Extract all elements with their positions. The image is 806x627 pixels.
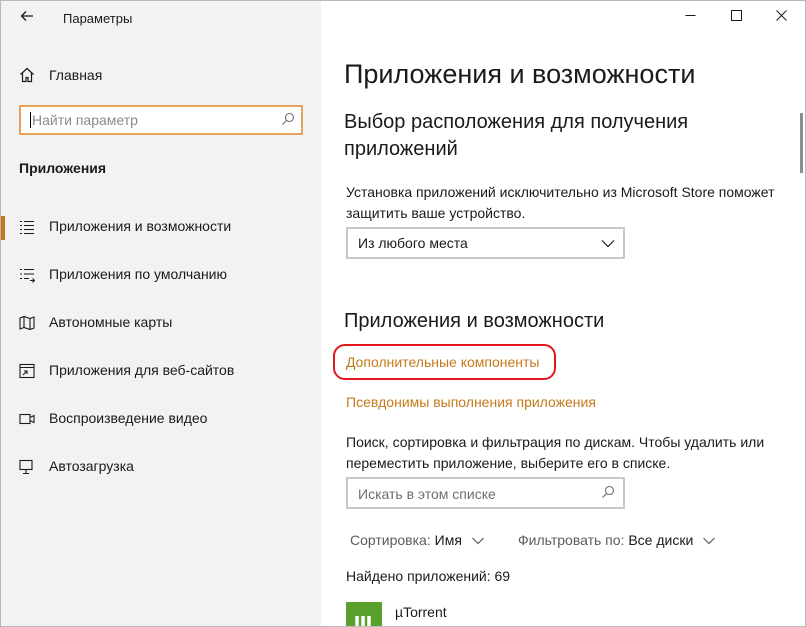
sidebar-item-offline-maps[interactable]: Автономные карты: [1, 299, 321, 347]
sidebar: Параметры Главная Приложения Приложения …: [1, 1, 321, 626]
install-desc-line: защитить ваше устройство.: [346, 205, 526, 221]
home-nav-item[interactable]: Главная: [1, 59, 321, 91]
utorrent-icon: [346, 602, 382, 626]
sidebar-item-label: Автозагрузка: [49, 458, 134, 474]
close-button[interactable]: [758, 1, 804, 33]
sort-value: Имя: [434, 532, 462, 548]
filter-value: Все диски: [628, 532, 694, 548]
search-icon[interactable]: [281, 112, 295, 131]
install-source-dropdown[interactable]: Из любого места: [346, 227, 625, 259]
active-indicator: [1, 216, 5, 240]
install-source-heading: Выбор расположения для получения приложе…: [344, 109, 688, 163]
default-apps-icon: [19, 267, 36, 283]
settings-window: Параметры Главная Приложения Приложения …: [0, 0, 806, 627]
search-desc-line: переместить приложение, выберите его в с…: [346, 455, 671, 471]
sort-label: Сортировка:: [350, 532, 431, 548]
back-button[interactable]: [13, 5, 41, 31]
page-title: Приложения и возможности: [344, 59, 696, 89]
apps-found-count: Найдено приложений: 69: [346, 568, 511, 584]
sidebar-item-web-apps[interactable]: Приложения для веб-сайтов: [1, 347, 321, 395]
app-list-item[interactable]: µTorrent: [346, 599, 786, 626]
chevron-down-icon: [471, 532, 484, 548]
minimize-button[interactable]: [667, 1, 713, 33]
app-execution-aliases-link[interactable]: Псевдонимы выполнения приложения: [346, 394, 596, 410]
install-description: Установка приложений исключительно из Mi…: [346, 182, 775, 224]
settings-search-box[interactable]: [19, 105, 303, 135]
app-name: µTorrent: [395, 604, 447, 620]
maximize-icon: [730, 8, 742, 26]
install-heading-line: приложений: [344, 138, 458, 160]
home-icon: [19, 67, 35, 88]
text-caret: [30, 112, 31, 128]
sidebar-item-label: Приложения для веб-сайтов: [49, 362, 235, 378]
apps-list-icon: [19, 219, 35, 235]
sort-dropdown[interactable]: Сортировка: Имя: [350, 532, 484, 548]
highlight-annotation: [333, 344, 556, 380]
window-title: Параметры: [63, 11, 133, 26]
close-icon: [775, 8, 787, 26]
install-desc-line: Установка приложений исключительно из Mi…: [346, 184, 775, 200]
sidebar-section-title: Приложения: [19, 160, 107, 176]
sidebar-item-startup[interactable]: Автозагрузка: [1, 443, 321, 491]
minimize-icon: [685, 8, 696, 26]
video-icon: [19, 411, 35, 427]
app-list-search-box[interactable]: [346, 477, 625, 509]
search-description: Поиск, сортировка и фильтрация по дискам…: [346, 432, 764, 474]
install-heading-line: Выбор расположения для получения: [344, 111, 689, 133]
sidebar-item-label: Воспроизведение видео: [49, 410, 208, 426]
search-icon[interactable]: [601, 485, 615, 504]
apps-features-heading: Приложения и возможности: [344, 310, 605, 332]
sidebar-item-apps-features[interactable]: Приложения и возможности: [1, 203, 321, 251]
chevron-down-icon: [601, 236, 615, 255]
scrollbar-thumb[interactable]: [800, 113, 803, 173]
dropdown-value: Из любого места: [358, 235, 468, 251]
search-desc-line: Поиск, сортировка и фильтрация по дискам…: [346, 434, 765, 450]
home-label: Главная: [49, 67, 103, 83]
filter-dropdown[interactable]: Фильтровать по: Все диски: [518, 532, 716, 548]
settings-search-input[interactable]: [32, 111, 272, 129]
filter-label: Фильтровать по:: [518, 532, 625, 548]
app-list-search-input[interactable]: [358, 485, 588, 503]
sidebar-item-label: Автономные карты: [49, 314, 173, 330]
map-icon: [19, 315, 35, 331]
web-apps-icon: [19, 363, 35, 379]
chevron-down-icon: [703, 532, 716, 548]
maximize-button[interactable]: [713, 1, 759, 33]
sidebar-item-label: Приложения по умолчанию: [49, 266, 227, 282]
startup-icon: [19, 459, 35, 475]
sidebar-item-label: Приложения и возможности: [49, 218, 232, 234]
back-arrow-icon: [20, 9, 34, 27]
sidebar-item-default-apps[interactable]: Приложения по умолчанию: [1, 251, 321, 299]
sidebar-item-video-playback[interactable]: Воспроизведение видео: [1, 395, 321, 443]
